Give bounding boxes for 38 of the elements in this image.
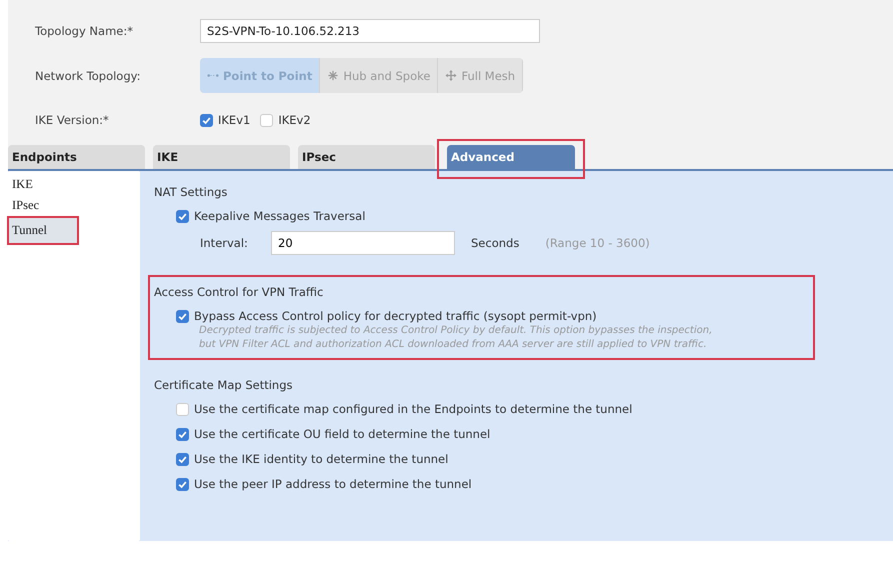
checkbox[interactable] [176, 210, 189, 222]
description-text: Decrypted traffic is subjected to Access Control Policy by default. This option bypasses the inspection, [199, 324, 714, 338]
tab[interactable]: Endpoints [8, 145, 145, 169]
checkbox[interactable] [176, 478, 189, 490]
topology-name-field[interactable]: S2S-VPN-To-10.106.52.213 [200, 19, 540, 43]
move-arrows-icon [445, 70, 458, 81]
checkbox[interactable] [176, 428, 189, 440]
tab[interactable]: Advanced [447, 145, 575, 169]
unit-label: Seconds [471, 236, 520, 250]
checkbox-label: Use the IKE identity to determine the tunnel [194, 452, 448, 466]
tab[interactable]: IKE [153, 145, 290, 169]
section-title: Certificate Map Settings [154, 378, 294, 392]
range-hint: (Range 10 - 3600) [545, 236, 650, 250]
sidebar-item[interactable]: IPsec [8, 196, 140, 217]
checkbox-label: Use the peer IP address to determine the tunnel [194, 477, 472, 491]
field-label: Topology Name:* [35, 24, 134, 38]
checkbox[interactable] [260, 114, 274, 126]
field-label: Network Topology: [35, 68, 142, 82]
checkbox[interactable] [176, 402, 189, 416]
tab[interactable]: IPsec [298, 145, 435, 169]
field-label: Interval: [200, 236, 249, 250]
field-label: IKE Version:* [35, 113, 110, 127]
checkbox[interactable] [176, 310, 189, 322]
checkbox-label: IKEv2 [278, 113, 311, 127]
checkbox-label: Keepalive Messages Traversal [194, 209, 366, 223]
sidebar-item[interactable]: IKE [8, 175, 140, 196]
checkbox-label: IKEv1 [218, 113, 250, 127]
description-text: but VPN Filter ACL and authorization ACL downloaded from AAA server are still applied to VPN traffic. [199, 338, 708, 352]
checkbox[interactable] [176, 452, 189, 466]
sidebar-item[interactable]: Tunnel [8, 217, 78, 244]
interval-field[interactable]: 20 [271, 231, 455, 255]
section-title: NAT Settings [154, 185, 228, 199]
checkbox[interactable] [200, 114, 213, 126]
checkbox-label: Use the certificate OU field to determine the tunnel [194, 427, 490, 441]
section-title: Access Control for VPN Traffic [154, 285, 324, 299]
asterisk-icon [327, 70, 340, 81]
checkbox-label: Use the certificate map configured in the Endpoints to determine the tunnel [194, 402, 632, 416]
checkbox-label: Bypass Access Control policy for decrypted traffic (sysopt permit-vpn) [194, 309, 597, 323]
